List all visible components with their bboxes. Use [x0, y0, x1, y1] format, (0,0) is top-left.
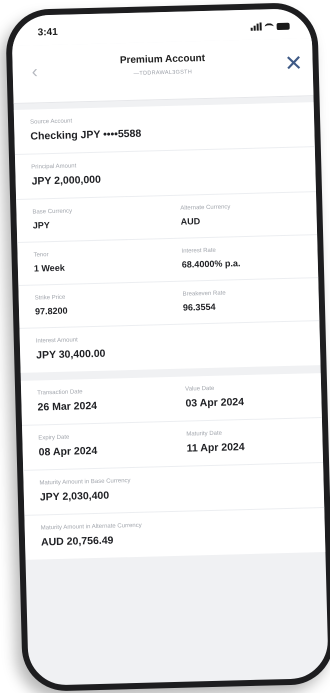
maturity-base-field: Maturity Amount in Base Currency JPY 2,0…: [39, 473, 310, 503]
signal-icon: [250, 22, 262, 31]
maturity-date-value: 11 Apr 2024: [186, 441, 245, 455]
title-block: Premium Account —TDDRAWAL3GSTH: [12, 38, 313, 80]
wifi-icon: [264, 22, 274, 30]
phone-frame: 3:41 ‹ Premium Account —TDDRAWAL3GSTH ✕ …: [5, 2, 330, 692]
transaction-date-field: Transaction Date 26 Mar 2024: [37, 387, 186, 414]
maturity-alt-row: Maturity Amount in Alternate Currency AU…: [24, 508, 325, 560]
page-subtitle: —TDDRAWAL3GSTH: [133, 69, 193, 77]
source-account-value: Checking JPY ••••5588: [30, 127, 142, 143]
maturity-alt-value: AUD 20,756.49: [40, 534, 114, 549]
principal-row: Principal Amount JPY 2,000,000: [14, 147, 316, 200]
interest-amount-field: Interest Amount JPY 30,400.00: [36, 331, 307, 361]
base-currency-field: Base Currency JPY: [32, 206, 180, 231]
tenor-field: Tenor 1 Week: [33, 249, 181, 274]
nav-header: ‹ Premium Account —TDDRAWAL3GSTH ✕: [12, 38, 314, 105]
dates-card: Transaction Date 26 Mar 2024 Value Date …: [20, 373, 326, 560]
maturity-base-value: JPY 2,030,400: [39, 489, 110, 504]
principal-value: JPY 2,000,000: [31, 173, 102, 188]
breakeven-label: Breakeven Rate: [182, 290, 226, 298]
tenor-value: 1 Week: [33, 262, 65, 274]
interest-rate-label: Interest Rate: [181, 247, 216, 255]
alt-currency-value: AUD: [180, 216, 201, 227]
maturity-date-label: Maturity Date: [186, 430, 223, 438]
value-date-value: 03 Apr 2024: [185, 396, 245, 410]
value-date-field: Value Date 03 Apr 2024: [185, 383, 308, 410]
maturity-base-row: Maturity Amount in Base Currency JPY 2,0…: [23, 463, 325, 516]
strike-field: Strike Price 97.8200: [35, 292, 183, 317]
status-time: 3:41: [37, 26, 58, 38]
expiry-row: Expiry Date 08 Apr 2024 Maturity Date 11…: [22, 418, 324, 471]
tenor-label: Tenor: [33, 252, 49, 259]
strike-label: Strike Price: [34, 294, 66, 302]
base-currency-value: JPY: [32, 220, 50, 231]
close-icon[interactable]: ✕: [282, 50, 305, 75]
interest-rate-value: 68.4000% p.a.: [181, 258, 241, 270]
source-account-field: Source Account Checking JPY ••••5588: [30, 113, 301, 143]
chevron-left-icon[interactable]: ‹: [24, 61, 45, 82]
transaction-date-label: Transaction Date: [37, 389, 83, 397]
alt-currency-field: Alternate Currency AUD: [180, 202, 303, 226]
interest-rate-field: Interest Rate 68.4000% p.a.: [181, 245, 304, 270]
interest-amount-row: Interest Amount JPY 30,400.00: [19, 321, 320, 373]
transaction-row: Transaction Date 26 Mar 2024 Value Date …: [20, 373, 322, 426]
status-icons: [250, 22, 290, 31]
expiry-date-label: Expiry Date: [38, 434, 70, 442]
principal-field: Principal Amount JPY 2,000,000: [31, 158, 302, 188]
transaction-date-value: 26 Mar 2024: [37, 399, 98, 414]
base-currency-label: Base Currency: [32, 208, 73, 216]
account-details-card: Source Account Checking JPY ••••5588 Pri…: [13, 102, 321, 373]
maturity-date-field: Maturity Date 11 Apr 2024: [186, 428, 309, 455]
strike-value: 97.8200: [34, 305, 68, 317]
stage: 3:41 ‹ Premium Account —TDDRAWAL3GSTH ✕ …: [0, 0, 330, 693]
breakeven-value: 96.3554: [182, 301, 216, 313]
expiry-date-value: 08 Apr 2024: [38, 444, 98, 459]
source-account-row: Source Account Checking JPY ••••5588: [13, 102, 315, 155]
value-date-label: Value Date: [185, 385, 215, 393]
interest-amount-value: JPY 30,400.00: [36, 347, 106, 362]
page-title: Premium Account: [119, 52, 206, 67]
alt-currency-label: Alternate Currency: [180, 204, 231, 212]
breakeven-field: Breakeven Rate 96.3554: [182, 288, 306, 313]
maturity-alt-field: Maturity Amount in Alternate Currency AU…: [40, 518, 312, 549]
battery-icon: [276, 22, 290, 30]
expiry-date-field: Expiry Date 08 Apr 2024: [38, 432, 187, 459]
